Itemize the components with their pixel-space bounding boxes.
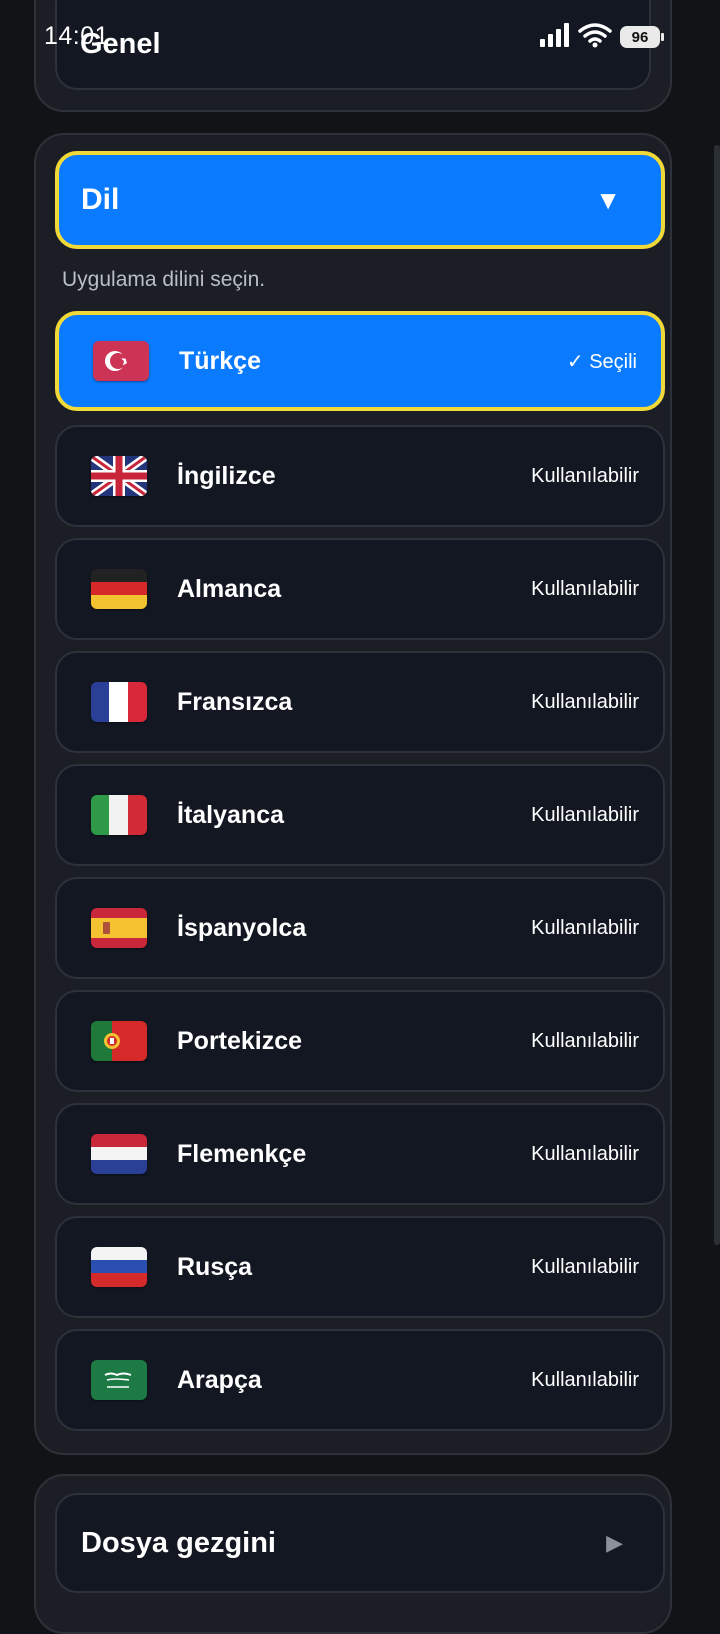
file-explorer-header[interactable]: Dosya gezgini ▶ bbox=[55, 1493, 665, 1593]
language-status: Kullanılabilir bbox=[531, 1142, 639, 1165]
language-option-turkish[interactable]: Türkçe ✓ Seçili bbox=[55, 311, 665, 411]
file-explorer-title: Dosya gezgini bbox=[81, 1526, 276, 1559]
fr-flag-icon bbox=[91, 682, 147, 722]
language-section-title: Dil bbox=[81, 183, 120, 216]
language-option-italian[interactable]: İtalyanca Kullanılabilir bbox=[55, 764, 665, 866]
language-name: Arapça bbox=[177, 1365, 262, 1394]
language-name: Fransızca bbox=[177, 687, 293, 716]
language-option-spanish[interactable]: İspanyolca Kullanılabilir bbox=[55, 877, 665, 979]
language-status: Kullanılabilir bbox=[531, 1368, 639, 1391]
language-name: İspanyolca bbox=[177, 913, 307, 942]
language-option-arabic[interactable]: Arapça Kullanılabilir bbox=[55, 1329, 665, 1431]
language-option-russian[interactable]: Rusça Kullanılabilir bbox=[55, 1216, 665, 1318]
language-name: Türkçe bbox=[179, 346, 261, 375]
battery-level: 96 bbox=[631, 28, 649, 46]
language-section-subtitle: Uygulama dilini seçin. bbox=[62, 268, 266, 291]
language-name: Portekizce bbox=[177, 1026, 303, 1055]
language-dropdown-header[interactable]: Dil ▼ bbox=[55, 151, 665, 249]
language-status: Kullanılabilir bbox=[531, 464, 639, 487]
language-name: Almanca bbox=[177, 574, 282, 603]
language-option-dutch[interactable]: Flemenkçe Kullanılabilir bbox=[55, 1103, 665, 1205]
language-status: Kullanılabilir bbox=[531, 1255, 639, 1278]
triangle-right-icon: ▶ bbox=[606, 1530, 623, 1555]
triangle-down-icon: ▼ bbox=[595, 184, 621, 215]
language-option-english[interactable]: İngilizce Kullanılabilir bbox=[55, 425, 665, 527]
it-flag-icon bbox=[91, 795, 147, 835]
language-option-german[interactable]: Almanca Kullanılabilir bbox=[55, 538, 665, 640]
language-option-portuguese[interactable]: Portekizce Kullanılabilir bbox=[55, 990, 665, 1092]
language-name: Flemenkçe bbox=[177, 1139, 307, 1168]
scrollbar[interactable] bbox=[714, 145, 720, 1245]
language-status: ✓ Seçili bbox=[566, 350, 637, 373]
language-name: İtalyanca bbox=[177, 800, 285, 829]
language-name: İngilizce bbox=[177, 461, 276, 490]
language-status: Kullanılabilir bbox=[531, 690, 639, 713]
language-status: Kullanılabilir bbox=[531, 1029, 639, 1052]
signal-icon bbox=[540, 22, 570, 52]
nl-flag-icon bbox=[91, 1134, 147, 1174]
language-name: Rusça bbox=[177, 1252, 253, 1281]
language-status: Kullanılabilir bbox=[531, 803, 639, 826]
es-flag-icon bbox=[91, 908, 147, 948]
gb-flag-icon bbox=[91, 456, 147, 496]
language-status: Kullanılabilir bbox=[531, 577, 639, 600]
battery-icon: 96 bbox=[620, 26, 664, 48]
language-status: Kullanılabilir bbox=[531, 916, 639, 939]
wifi-icon bbox=[578, 22, 612, 53]
de-flag-icon bbox=[91, 569, 147, 609]
language-option-french[interactable]: Fransızca Kullanılabilir bbox=[55, 651, 665, 753]
sa-flag-icon bbox=[91, 1360, 147, 1400]
ru-flag-icon bbox=[91, 1247, 147, 1287]
status-time: 14:01 bbox=[44, 22, 110, 50]
tr-flag-icon bbox=[93, 341, 149, 381]
pt-flag-icon bbox=[91, 1021, 147, 1061]
status-icons: 96 bbox=[540, 22, 664, 53]
